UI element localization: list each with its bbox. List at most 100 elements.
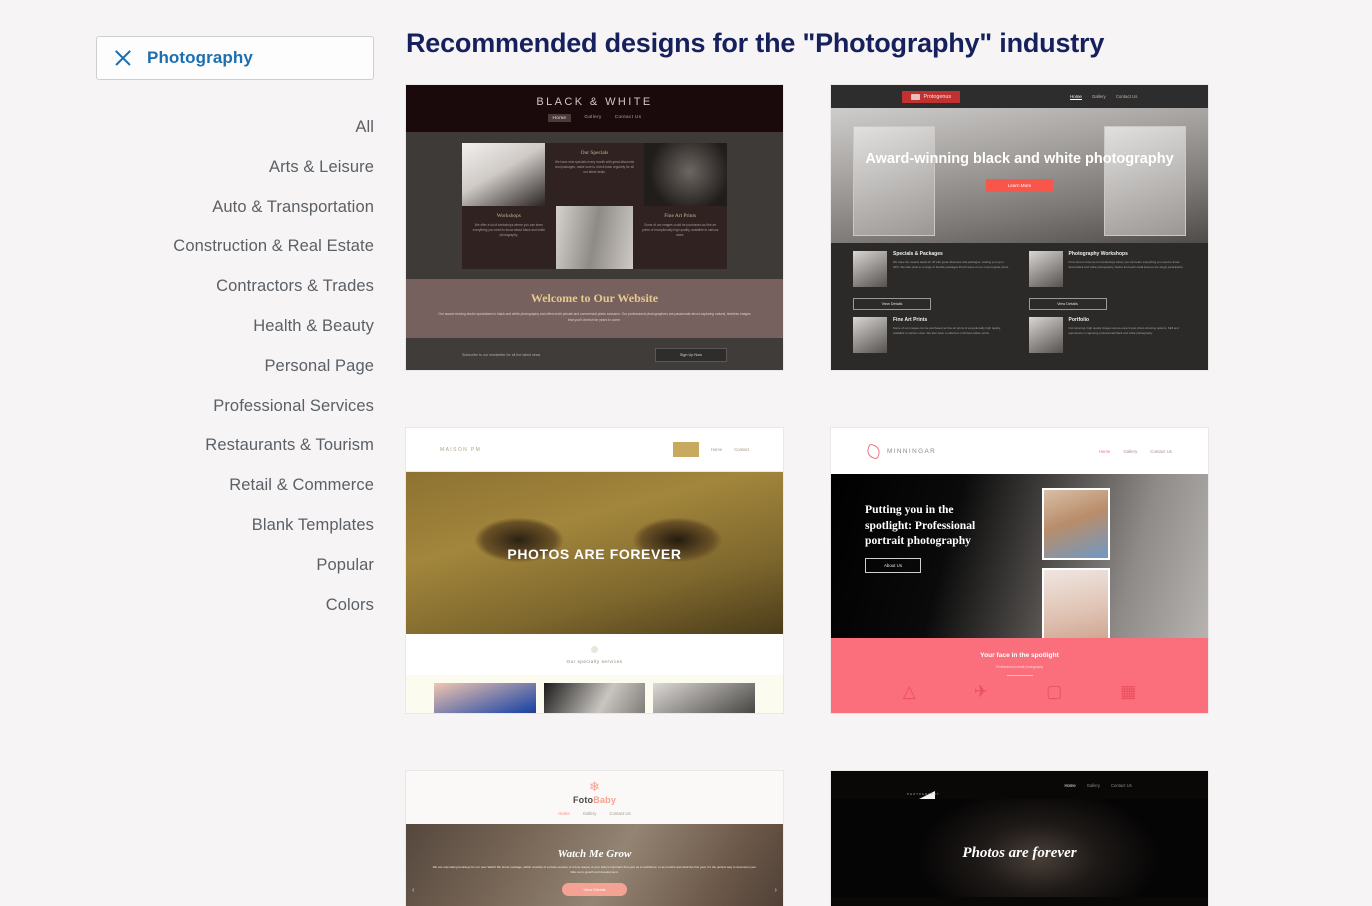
camera-icon: ▢ [1046,682,1063,701]
nav-contact: Contact [734,447,749,452]
sidebar-item-personal[interactable]: Personal Page [262,347,376,387]
brand-name-part-b: Baby [593,794,617,805]
tile-title: Workshops [496,213,521,219]
main-content: Recommended designs for the "Photography… [400,0,1372,906]
template-preview: BLACK & WHITE Home Gallery Contact Us Ou… [406,85,783,370]
sidebar-item-blank[interactable]: Blank Templates [250,506,376,546]
subscribe-text: Subscribe to our newsletter for all the … [462,352,541,357]
brand-name: Protogenus [923,93,952,100]
nav-home: Home [547,113,572,122]
preview-header: ❄ FotoBaby Home Gallery Contact Us [406,771,783,824]
portrait-frame [1042,488,1110,560]
menu-block-icon [672,442,699,457]
divider [1006,675,1033,676]
sidebar-item-all[interactable]: All [353,108,376,148]
active-filter-chip[interactable]: Photography [96,36,374,80]
service-portfolio: Our portfolio Our photographers' many ye… [653,683,756,713]
hero-title: Photos are forever [962,845,1077,861]
view-details-button: View Details [561,882,628,896]
section-title: Our specialty services [566,659,623,664]
sidebar-item-health[interactable]: Health & Beauty [251,307,376,347]
template-preview: ❄ FotoBaby Home Gallery Contact Us ‹ › W… [406,771,783,906]
sidebar-item-colors[interactable]: Colors [324,586,376,626]
photo-tile [462,143,545,206]
feature-fineart: Fine Art Prints Some of our images can b… [853,317,1011,353]
sidebar-item-contractors[interactable]: Contractors & Trades [214,267,376,307]
brand-logo: Protogenus [901,90,961,103]
plane-icon: ✈ [973,682,989,701]
template-card-fotobaby[interactable]: ❄ FotoBaby Home Gallery Contact Us ‹ › W… [406,771,783,906]
hero-title: Putting you in the spotlight: Profession… [865,503,976,548]
nav-home: Home [558,810,570,816]
tile-row: Our Specials We have new specials every … [462,143,727,206]
building-icon: ▦ [1120,682,1137,701]
features-section: Specials & Packages We have the newest d… [831,243,1208,370]
sidebar-item-construction[interactable]: Construction & Real Estate [171,227,376,267]
template-preview: MAISON PM Home Contact PHOTOS ARE FOREVE… [406,428,783,713]
highlight-band: Your face in the spotlight Professional … [831,638,1208,713]
service-image [653,683,756,713]
tile-title: Our Specials [580,150,609,156]
view-details-button: View Details [1028,298,1107,310]
service-workshops: Workshops We regularly host workshops wh… [543,683,646,713]
sidebar-item-professional[interactable]: Professional Services [211,387,376,427]
nav-gallery: Gallery [582,810,597,816]
tile-specials: Our Specials We have new specials every … [545,143,644,206]
brand-logo: MINNINGAR [865,442,936,460]
page-title: Recommended designs for the "Photography… [406,28,1105,58]
template-card-black-and-white[interactable]: BLACK & WHITE Home Gallery Contact Us Ou… [406,85,783,370]
sidebar-item-restaurants[interactable]: Restaurants & Tourism [203,426,376,466]
sidebar-item-arts[interactable]: Arts & Leisure [267,148,376,188]
photo-tile [555,206,634,269]
feature-text: Specials & Packages We have the newest d… [893,251,1011,287]
welcome-body: Our award winning studio specializes in … [438,312,751,322]
sidebar-item-retail[interactable]: Retail & Commerce [227,466,376,506]
tile-fineart: Fine Art Prints Some of our images could… [633,206,728,269]
service-image [434,683,536,713]
nav-home: Home [1064,782,1076,788]
sidebar-item-auto[interactable]: Auto & Transportation [210,188,376,228]
template-card-protogenus[interactable]: Protogenus Home Gallery Contact Us Award… [831,85,1208,370]
brand-name-part-a: Foto [572,794,594,805]
preview-header: BLACK & WHITE Home Gallery Contact Us [406,85,783,132]
baby-feet-icon: ❄ [589,778,600,794]
feature-body: We have the newest deals for off with gr… [893,260,1009,269]
feature-image [1028,317,1063,353]
template-preview: Protogenus Home Gallery Contact Us Award… [831,85,1208,370]
feature-text: Portfolio Our stunning, high quality ima… [1069,317,1187,353]
sidebar-item-popular[interactable]: Popular [314,546,376,586]
feature-image [853,251,887,287]
tent-icon: △ [902,682,916,701]
nav-contact: Contact Us [614,113,642,119]
template-card-minningar[interactable]: MINNINGAR Home Gallery Contact Us Puttin… [831,428,1208,713]
preview-nav: Home Gallery Contact Us [1065,783,1132,788]
hero-title: Award-winning black and white photograph… [865,151,1174,167]
template-preview: MINNINGAR Home Gallery Contact Us Puttin… [831,428,1208,713]
brand-name: BLACK & WHITE [536,95,653,108]
templates-browser-page: Photography All Arts & Leisure Auto & Tr… [0,0,1372,906]
nav-gallery: Gallery [1086,782,1100,788]
service-offers: Special offers & packages Each month we … [434,683,536,713]
feature-cards: Specials & Packages We have the newest d… [853,251,1186,353]
nav-gallery: Gallery [1123,448,1138,454]
hero-text: Putting you in the spotlight: Profession… [865,502,980,573]
feature-title: Portfolio [1068,317,1090,323]
brand-logo: PHOTOGRAPHY [907,774,939,803]
category-list: All Arts & Leisure Auto & Transportation… [96,108,376,625]
preview-header: Protogenus Home Gallery Contact Us [831,85,1208,108]
tile-workshops: Workshops We offer a lot of workshops wh… [462,206,556,269]
feature-body: Some of our images can be purchased as f… [893,326,1001,335]
preview-nav: Home Gallery Contact Us [558,811,630,816]
hero-section: ‹ › Watch Me Grow We are now taking book… [406,824,783,906]
feature-specials: Specials & Packages We have the newest d… [853,251,1011,287]
feature-text: Fine Art Prints Some of our images can b… [893,317,1011,353]
template-card-photos-are-forever-dark[interactable]: PHOTOGRAPHY Home Gallery Contact Us Phot… [831,771,1208,906]
template-card-photos-are-forever[interactable]: MAISON PM Home Contact PHOTOS ARE FOREVE… [406,428,783,713]
active-filter-label: Photography [147,48,253,67]
feature-portfolio: Portfolio Our stunning, high quality ima… [1028,317,1187,353]
welcome-title: Welcome to Our Website [530,291,659,305]
close-x-icon[interactable] [113,48,133,68]
nav-contact: Contact Us [1110,782,1132,788]
nav-home: Home [710,447,723,452]
feature-body: From time to time we run workshops where… [1068,260,1184,269]
